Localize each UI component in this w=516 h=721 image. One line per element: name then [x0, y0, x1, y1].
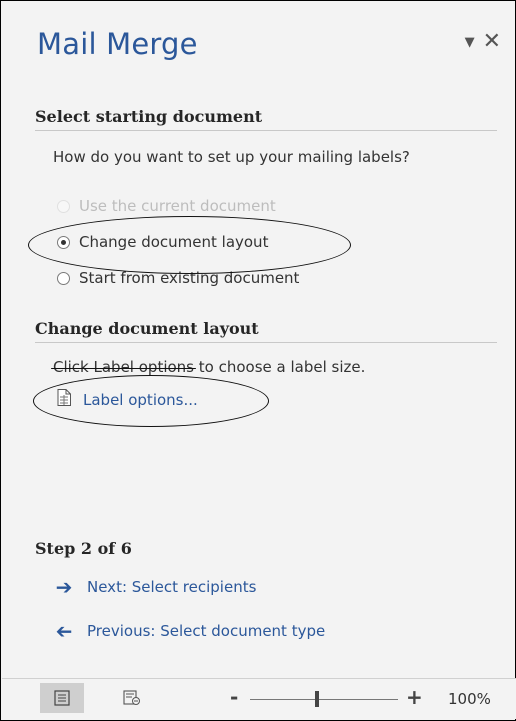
- setup-question: How do you want to set up your mailing l…: [53, 148, 410, 166]
- radio-button: [57, 199, 70, 213]
- next-step-label[interactable]: Next: Select recipients: [87, 578, 256, 596]
- pane-title: Mail Merge: [37, 27, 198, 61]
- instruction-prefix: Click Label options: [53, 358, 194, 376]
- print-layout-icon[interactable]: [40, 683, 84, 713]
- status-bar: - + 100%: [2, 678, 516, 719]
- zoom-out-button[interactable]: -: [230, 685, 238, 709]
- zoom-level[interactable]: 100%: [448, 690, 491, 708]
- section-heading-starting-document: Select starting document: [35, 107, 497, 131]
- radio-button[interactable]: [57, 235, 70, 249]
- radio-change-document-layout[interactable]: Change document layout: [57, 233, 268, 251]
- label-options-text[interactable]: Label options...: [83, 391, 198, 409]
- step-indicator: Step 2 of 6: [35, 539, 132, 558]
- radio-label: Start from existing document: [79, 269, 300, 287]
- instruction-suffix: to choose a label size.: [194, 358, 366, 376]
- label-options-link[interactable]: Label options...: [57, 389, 198, 410]
- label-instruction: Click Label options to choose a label si…: [53, 357, 473, 377]
- arrow-right-icon: ➔: [55, 575, 73, 599]
- zoom-slider-track[interactable]: [250, 699, 398, 700]
- next-step-link[interactable]: ➔ Next: Select recipients: [55, 575, 257, 599]
- previous-step-label[interactable]: Previous: Select document type: [87, 622, 325, 640]
- close-icon[interactable]: ✕: [483, 31, 501, 53]
- pane-controls: ▼ ✕: [465, 31, 501, 53]
- section-heading-change-layout: Change document layout: [35, 319, 497, 343]
- zoom-in-button[interactable]: +: [406, 685, 423, 709]
- arrow-left-icon: ➔: [55, 619, 73, 643]
- previous-step-link[interactable]: ➔ Previous: Select document type: [55, 619, 326, 643]
- web-layout-icon[interactable]: [110, 683, 154, 713]
- mail-merge-pane: Mail Merge ▼ ✕ Select starting document …: [0, 0, 516, 721]
- radio-label: Use the current document: [79, 197, 276, 215]
- chevron-down-icon[interactable]: ▼: [465, 35, 475, 50]
- radio-label: Change document layout: [79, 233, 269, 251]
- zoom-slider-thumb[interactable]: [315, 691, 319, 707]
- radio-button[interactable]: [57, 271, 70, 285]
- radio-start-from-existing[interactable]: Start from existing document: [57, 269, 299, 287]
- document-icon: [57, 389, 71, 410]
- radio-use-current-document: Use the current document: [57, 197, 276, 215]
